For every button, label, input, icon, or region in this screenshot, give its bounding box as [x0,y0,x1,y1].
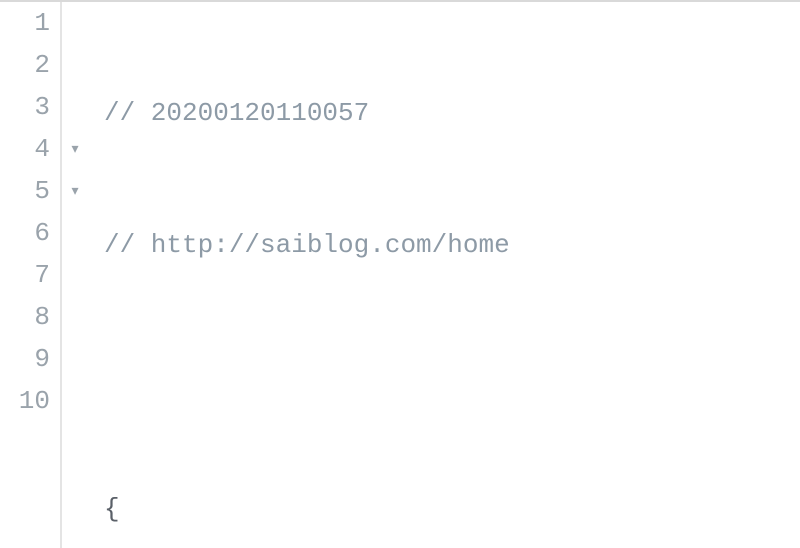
line-number[interactable]: 3 [0,86,50,128]
chevron-down-icon: ▾ [70,182,81,202]
fold-toggle[interactable]: ▾ [62,128,88,170]
fold-gutter: ▾ ▾ [62,2,88,548]
fold-slot [62,338,88,380]
fold-slot [62,296,88,338]
line-number[interactable]: 5 [0,170,50,212]
line-number[interactable]: 1 [0,2,50,44]
code-line[interactable]: { [104,488,800,530]
line-number[interactable]: 7 [0,254,50,296]
fold-slot [62,212,88,254]
brace-open: { [104,494,120,524]
chevron-down-icon: ▾ [70,140,81,160]
fold-toggle[interactable]: ▾ [62,170,88,212]
line-number[interactable]: 2 [0,44,50,86]
line-number-gutter: 1 2 3 4 5 6 7 8 9 10 [0,2,62,548]
code-line[interactable] [104,356,800,398]
fold-slot [62,380,88,422]
fold-slot [62,254,88,296]
code-editor: 1 2 3 4 5 6 7 8 9 10 ▾ ▾ // 202001201100… [0,0,800,548]
code-content[interactable]: // 20200120110057 // http://saiblog.com/… [88,2,800,548]
fold-slot [62,44,88,86]
fold-slot [62,86,88,128]
line-number[interactable]: 4 [0,128,50,170]
line-number[interactable]: 10 [0,380,50,422]
code-line[interactable]: // http://saiblog.com/home [104,224,800,266]
line-number[interactable]: 9 [0,338,50,380]
comment-text: // http://saiblog.com/home [104,230,510,260]
comment-text: // 20200120110057 [104,98,369,128]
line-number[interactable]: 6 [0,212,50,254]
line-number[interactable]: 8 [0,296,50,338]
fold-slot [62,2,88,44]
code-line[interactable]: // 20200120110057 [104,92,800,134]
